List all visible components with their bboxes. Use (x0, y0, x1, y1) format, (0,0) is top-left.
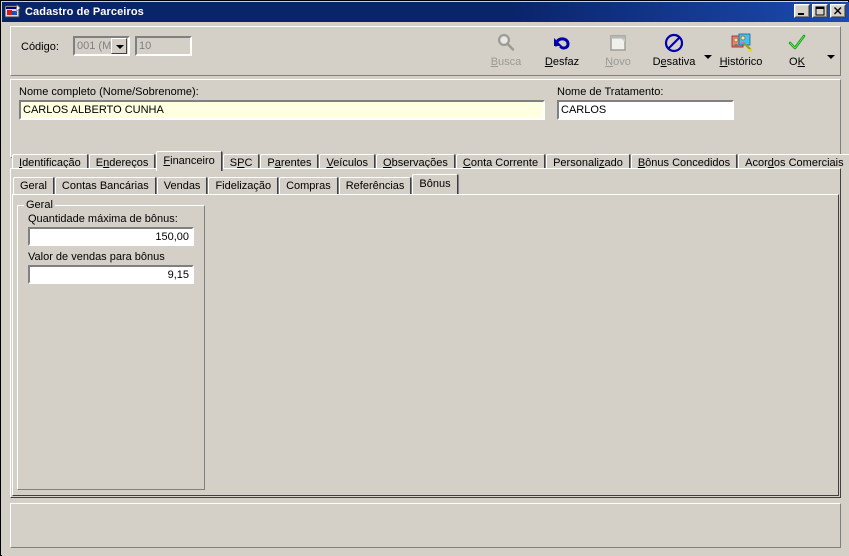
green-check-icon (786, 31, 808, 55)
toolbar-button-desativa[interactable]: Desativa (646, 28, 702, 74)
new-document-icon (608, 31, 628, 55)
client-area: Código: 001 (M. 10 (2, 22, 849, 556)
ok-dropdown-arrow[interactable] (825, 28, 836, 74)
geral-group-box: Geral Quantidade máxima de bônus: 150,00… (17, 205, 205, 490)
sub-tab-strip: GeralContas BancáriasVendasFidelizaçãoCo… (13, 174, 459, 194)
toolbar-button-ok[interactable]: OK (769, 28, 825, 74)
application-window: Cadastro de Parceiros (0, 0, 849, 556)
chevron-down-icon[interactable] (111, 38, 127, 54)
window-controls (794, 4, 846, 18)
subtab-bonus[interactable]: Bônus (412, 174, 457, 194)
quantidade-maxima-label: Quantidade máxima de bônus: (28, 213, 178, 225)
toolbar-label-novo: Novo (605, 56, 631, 68)
valor-vendas-input[interactable]: 9,15 (28, 265, 194, 284)
window-frame: Cadastro de Parceiros (0, 0, 849, 556)
full-name-input[interactable]: CARLOS ALBERTO CUNHA (19, 100, 545, 120)
header-panel: Código: 001 (M. 10 (10, 26, 841, 76)
undo-arrow-icon (551, 31, 573, 55)
toolbar-button-desfaz[interactable]: Desfaz (534, 28, 590, 74)
toolbar-label-desativa: Desativa (653, 56, 696, 68)
codigo-combo-value: 001 (M. (75, 40, 111, 52)
desativa-dropdown-arrow[interactable] (702, 28, 713, 74)
magnifier-icon (495, 31, 517, 55)
no-entry-icon (663, 31, 685, 55)
toolbar-label-busca: Busca (491, 56, 522, 68)
name-panel: Nome completo (Nome/Sobrenome): CARLOS A… (10, 79, 841, 158)
subtab-contas-bancarias[interactable]: Contas Bancárias (55, 177, 156, 194)
toolbar-button-busca[interactable]: Busca (478, 28, 534, 74)
toolbar-button-novo[interactable]: Novo (590, 28, 646, 74)
tab-financeiro[interactable]: Financeiro (156, 151, 221, 171)
app-window-icon (5, 4, 21, 20)
toolbar-label-historico: Histórico (720, 56, 763, 68)
subtab-compras[interactable]: Compras (279, 177, 338, 194)
minimize-button[interactable] (794, 4, 810, 18)
bonus-sub-tab-page: Geral Quantidade máxima de bônus: 150,00… (12, 194, 839, 496)
financeiro-tab-page: GeralContas BancáriasVendasFidelizaçãoCo… (10, 168, 841, 498)
toolbar-button-historico[interactable]: Histórico (713, 28, 769, 74)
toolbar: Busca Desfaz (478, 28, 836, 74)
codigo-number-input[interactable]: 10 (135, 36, 192, 56)
geral-group-title: Geral (24, 199, 55, 211)
window-title: Cadastro de Parceiros (25, 6, 144, 18)
subtab-geral[interactable]: Geral (13, 177, 54, 194)
status-panel (10, 503, 841, 548)
valor-vendas-label: Valor de vendas para bônus (28, 251, 165, 263)
toolbar-label-desfaz: Desfaz (545, 56, 579, 68)
history-people-icon (730, 31, 752, 55)
subtab-fidelizacao[interactable]: Fidelização (208, 177, 278, 194)
subtab-referencias[interactable]: Referências (339, 177, 412, 194)
codigo-type-combo[interactable]: 001 (M. (73, 36, 130, 56)
toolbar-label-ok: OK (789, 56, 805, 68)
subtab-vendas[interactable]: Vendas (157, 177, 208, 194)
codigo-label: Código: (21, 41, 59, 53)
treatment-name-label: Nome de Tratamento: (557, 86, 663, 98)
close-button[interactable] (830, 4, 846, 18)
treatment-name-input[interactable]: CARLOS (557, 100, 734, 120)
maximize-button[interactable] (812, 4, 828, 18)
quantidade-maxima-input[interactable]: 150,00 (28, 227, 194, 246)
title-bar[interactable]: Cadastro de Parceiros (2, 2, 849, 22)
full-name-label: Nome completo (Nome/Sobrenome): (19, 86, 199, 98)
